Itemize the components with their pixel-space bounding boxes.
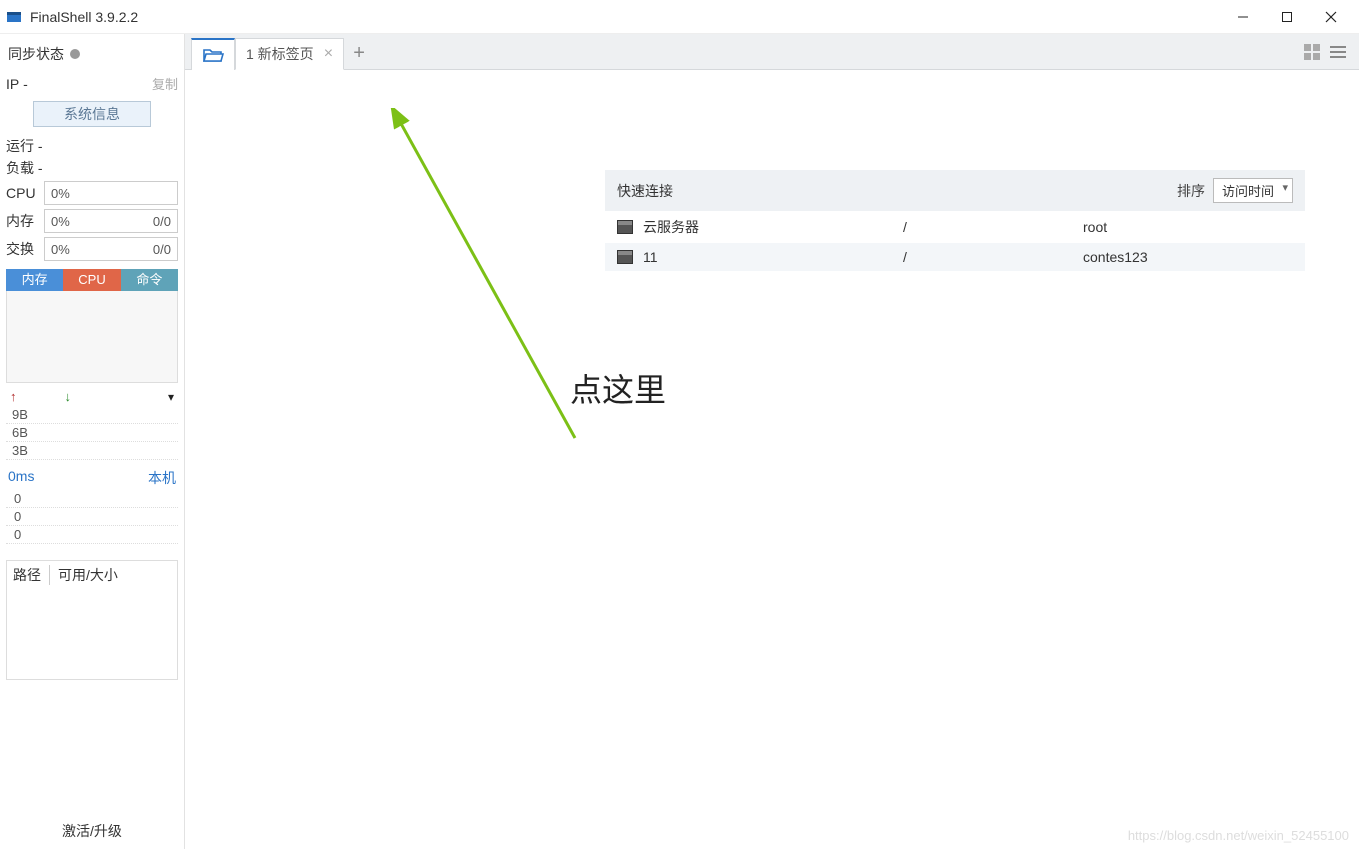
tab-memory[interactable]: 内存 [6, 269, 63, 291]
cpu-label: CPU [6, 185, 44, 201]
net-arrows-row: ↑ ↓ ▾ [6, 383, 178, 406]
path-header: 路径 [13, 565, 41, 585]
swap-value: 0% [51, 242, 70, 257]
sort-dropdown[interactable]: 访问时间 [1213, 178, 1293, 203]
sidebar: 同步状态 IP - 复制 系统信息 运行 - 负载 - CPU 0% 内存 0%… [0, 34, 185, 849]
cpu-value: 0% [51, 186, 70, 201]
ping-z1: 0 [6, 490, 178, 508]
add-tab-button[interactable]: + [344, 38, 374, 69]
swap-row: 交换 0% 0/0 [6, 237, 178, 261]
conn-name: 云服务器 [643, 217, 903, 237]
connection-row[interactable]: 云服务器 / root [605, 211, 1305, 243]
mem-ratio: 0/0 [153, 214, 171, 229]
connection-row[interactable]: 11 / contes123 [605, 243, 1305, 271]
upload-arrow-icon: ↑ [10, 389, 17, 404]
quick-connect-panel: 快速连接 排序 访问时间 云服务器 / root 11 / contes123 [605, 170, 1305, 271]
conn-path: / [903, 249, 1083, 265]
tab-command[interactable]: 命令 [121, 269, 178, 291]
ip-label: IP [6, 76, 19, 92]
net-line-3: 3B [6, 442, 178, 460]
connection-manager-button[interactable] [191, 38, 235, 70]
activate-link[interactable]: 激活/升级 [6, 813, 178, 849]
tab-label: 1 新标签页 [246, 44, 314, 64]
conn-name: 11 [643, 249, 903, 265]
terminal-icon [617, 250, 633, 264]
download-arrow-icon: ↓ [65, 389, 72, 404]
ping-row: 0ms 本机 [6, 460, 178, 490]
tab-close-icon[interactable]: × [324, 45, 333, 63]
maximize-button[interactable] [1265, 2, 1309, 32]
mem-row: 内存 0% 0/0 [6, 209, 178, 233]
disk-box: 路径 可用/大小 [6, 560, 178, 680]
net-line-1: 9B [6, 406, 178, 424]
menu-icon[interactable] [1329, 43, 1347, 64]
avail-header: 可用/大小 [58, 565, 118, 585]
minimize-button[interactable] [1221, 2, 1265, 32]
swap-label: 交换 [6, 239, 44, 259]
load-row: 负载 - [6, 157, 178, 179]
conn-user: contes123 [1083, 249, 1293, 265]
run-row: 运行 - [6, 135, 178, 157]
app-icon [6, 9, 22, 25]
main-panel: 快速连接 排序 访问时间 云服务器 / root 11 / contes123 [185, 70, 1359, 849]
tab-new[interactable]: 1 新标签页 × [235, 38, 344, 70]
ip-value: - [23, 76, 28, 92]
tab-cpu[interactable]: CPU [63, 269, 120, 291]
watermark: https://blog.csdn.net/weixin_52455100 [1128, 828, 1349, 843]
sort-label: 排序 [1177, 181, 1205, 201]
annotation-text: 点这里 [570, 365, 666, 411]
mem-label: 内存 [6, 211, 44, 231]
ping-local[interactable]: 本机 [148, 468, 176, 488]
content-area: 1 新标签页 × + 快速连接 排序 访问时间 [185, 34, 1359, 849]
folder-open-icon [202, 46, 224, 64]
copy-button[interactable]: 复制 [152, 74, 178, 93]
mem-value: 0% [51, 214, 70, 229]
ping-ms: 0ms [8, 468, 34, 488]
conn-path: / [903, 219, 1083, 235]
ip-row: IP - 复制 [6, 72, 178, 99]
window-controls [1221, 2, 1353, 32]
mini-tabs: 内存 CPU 命令 [6, 269, 178, 291]
ping-z3: 0 [6, 526, 178, 544]
dropdown-icon[interactable]: ▾ [168, 390, 174, 404]
annotation-arrow [375, 108, 635, 468]
tab-bar: 1 新标签页 × + [185, 34, 1359, 70]
net-line-2: 6B [6, 424, 178, 442]
sync-status-dot [70, 49, 80, 59]
system-info-button[interactable]: 系统信息 [33, 101, 151, 127]
quick-connect-header: 快速连接 排序 访问时间 [605, 170, 1305, 211]
terminal-icon [617, 220, 633, 234]
mini-chart [6, 291, 178, 383]
ping-z2: 0 [6, 508, 178, 526]
conn-user: root [1083, 219, 1293, 235]
sync-label: 同步状态 [8, 44, 64, 64]
app-title: FinalShell 3.9.2.2 [30, 9, 138, 25]
cpu-row: CPU 0% [6, 181, 178, 205]
grid-view-icon[interactable] [1303, 43, 1321, 64]
sync-status-row: 同步状态 [6, 40, 178, 72]
swap-ratio: 0/0 [153, 242, 171, 257]
close-button[interactable] [1309, 2, 1353, 32]
titlebar: FinalShell 3.9.2.2 [0, 0, 1359, 34]
quick-connect-title: 快速连接 [617, 181, 673, 201]
